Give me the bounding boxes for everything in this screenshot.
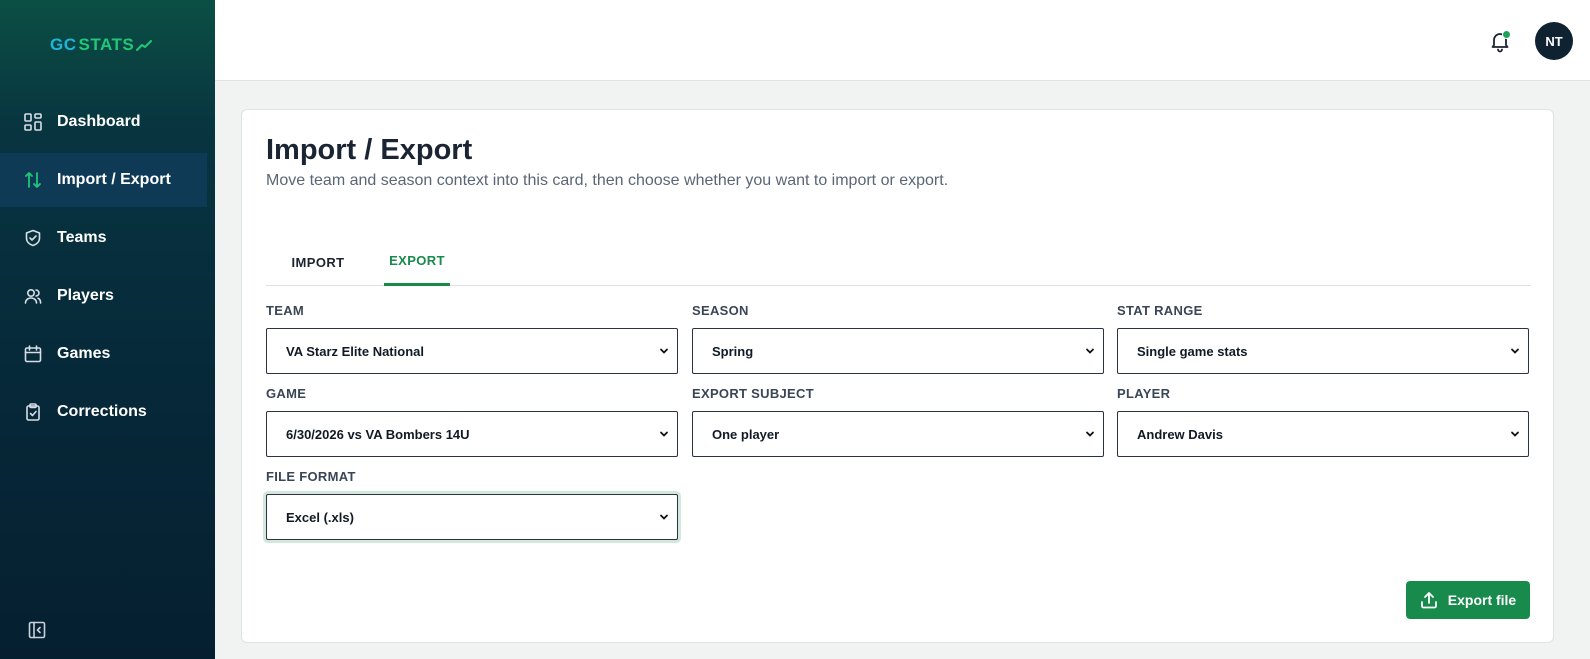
game-select[interactable]: 6/30/2026 vs VA Bombers 14U: [266, 411, 678, 457]
season-field: SEASON Spring: [692, 303, 1104, 374]
import-export-card: Import / Export Move team and season con…: [241, 109, 1554, 643]
tab-bar: IMPORT EXPORT: [266, 238, 1531, 286]
season-label: SEASON: [692, 303, 749, 318]
export-subject-select[interactable]: One player: [692, 411, 1104, 457]
sidebar-item-label: Corrections: [57, 403, 147, 420]
chevron-down-icon: [1086, 431, 1094, 437]
top-bar: [215, 0, 1590, 81]
sidebar-item-games[interactable]: Games: [0, 327, 207, 381]
chevron-down-icon: [660, 348, 668, 354]
collapse-sidebar-icon[interactable]: [28, 621, 48, 641]
chevron-down-icon: [1086, 348, 1094, 354]
stat-range-field: STAT RANGE Single game stats: [1117, 303, 1529, 374]
sidebar-item-import-export[interactable]: Import / Export: [0, 153, 207, 207]
shield-icon: [24, 229, 42, 247]
player-select-value: Andrew Davis: [1137, 426, 1223, 442]
sidebar-item-players[interactable]: Players: [0, 269, 207, 323]
calendar-icon: [24, 345, 42, 363]
sidebar-item-label: Teams: [57, 229, 107, 246]
sidebar: GC STATS Dashboard Import / Export Teams: [0, 0, 215, 659]
sidebar-item-teams[interactable]: Teams: [0, 211, 207, 265]
page-subtitle: Move team and season context into this c…: [266, 172, 949, 189]
sidebar-item-corrections[interactable]: Corrections: [0, 385, 207, 439]
team-label: TEAM: [266, 303, 305, 318]
tab-export[interactable]: EXPORT: [384, 238, 450, 286]
trend-icon: [136, 40, 153, 51]
dashboard-icon: [24, 113, 42, 131]
team-select-value: VA Starz Elite National: [286, 343, 424, 359]
chevron-down-icon: [1511, 431, 1519, 437]
sidebar-item-label: Games: [57, 345, 111, 362]
team-field: TEAM VA Starz Elite National: [266, 303, 678, 374]
stat-range-select-value: Single game stats: [1137, 343, 1248, 359]
chevron-down-icon: [660, 514, 668, 520]
export-subject-field: EXPORT SUBJECT One player: [692, 386, 1104, 457]
game-label: GAME: [266, 386, 307, 401]
team-select[interactable]: VA Starz Elite National: [266, 328, 678, 374]
file-format-select-value: Excel (.xls): [286, 509, 354, 525]
tab-import[interactable]: IMPORT: [266, 238, 370, 286]
file-format-label: FILE FORMAT: [266, 469, 356, 484]
stat-range-select[interactable]: Single game stats: [1117, 328, 1529, 374]
clipboard-check-icon: [24, 403, 42, 421]
upload-icon: [1420, 592, 1437, 609]
sidebar-nav: Dashboard Import / Export Teams Players …: [0, 95, 207, 443]
avatar[interactable]: NT: [1535, 22, 1573, 60]
season-select[interactable]: Spring: [692, 328, 1104, 374]
export-subject-label: EXPORT SUBJECT: [692, 386, 814, 401]
sidebar-item-label: Import / Export: [57, 171, 171, 188]
player-label: PLAYER: [1117, 386, 1171, 401]
brand-logo-gc: GC: [50, 35, 77, 54]
export-file-button[interactable]: Export file: [1406, 581, 1530, 619]
page-title: Import / Export: [266, 134, 473, 166]
file-format-select[interactable]: Excel (.xls): [266, 494, 678, 540]
chevron-down-icon: [660, 431, 668, 437]
users-icon: [24, 287, 42, 305]
stat-range-label: STAT RANGE: [1117, 303, 1203, 318]
export-file-label: Export file: [1447, 592, 1517, 608]
brand-logo[interactable]: GC STATS: [50, 35, 153, 55]
player-field: PLAYER Andrew Davis: [1117, 386, 1529, 457]
import-export-icon: [24, 171, 42, 189]
notification-dot: [1502, 30, 1511, 39]
export-subject-select-value: One player: [712, 426, 780, 442]
game-field: GAME 6/30/2026 vs VA Bombers 14U: [266, 386, 678, 457]
player-select[interactable]: Andrew Davis: [1117, 411, 1529, 457]
season-select-value: Spring: [712, 343, 754, 359]
brand-logo-stats: STATS: [78, 35, 135, 54]
sidebar-item-label: Dashboard: [57, 113, 141, 130]
game-select-value: 6/30/2026 vs VA Bombers 14U: [286, 426, 470, 442]
sidebar-item-label: Players: [57, 287, 114, 304]
file-format-field: FILE FORMAT Excel (.xls): [266, 469, 678, 540]
chevron-down-icon: [1511, 348, 1519, 354]
sidebar-item-dashboard[interactable]: Dashboard: [0, 95, 207, 149]
